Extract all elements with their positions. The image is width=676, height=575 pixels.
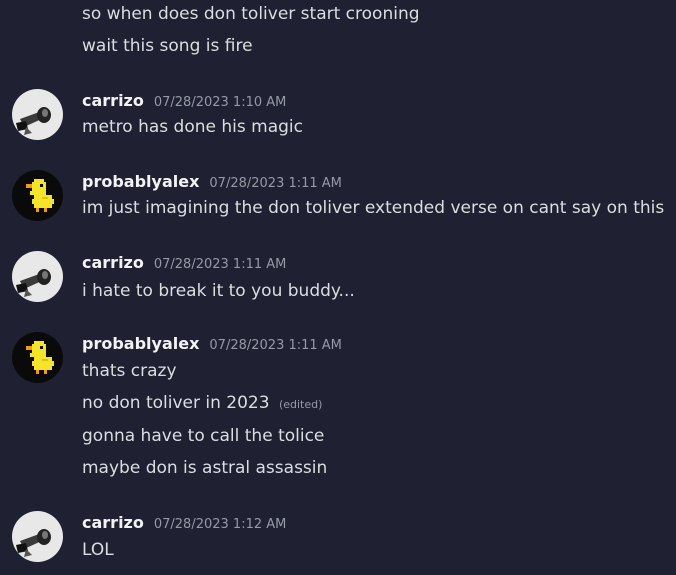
message-header: carrizo 07/28/2023 1:12 AM [82,513,286,532]
message-header: carrizo 07/28/2023 1:10 AM [82,91,286,110]
timestamp[interactable]: 07/28/2023 1:10 AM [154,95,287,110]
avatar-carrizo[interactable] [12,511,63,562]
message-line[interactable]: LOL [82,539,114,561]
avatar-carrizo[interactable] [12,89,63,140]
message-line[interactable]: maybe don is astral assassin [82,457,327,479]
timestamp[interactable]: 07/28/2023 1:12 AM [154,517,287,532]
message-line[interactable]: metro has done his magic [82,116,303,138]
avatar-probablyalex[interactable] [12,332,63,383]
message-line[interactable]: i hate to break it to you buddy... [82,280,355,302]
username[interactable]: probablyalex [82,172,199,191]
username[interactable]: probablyalex [82,334,199,353]
message-line[interactable]: gonna have to call the tolice [82,425,324,447]
message-line[interactable]: im just imagining the don toliver extend… [82,197,664,219]
timestamp[interactable]: 07/28/2023 1:11 AM [154,257,287,272]
username[interactable]: carrizo [82,513,144,532]
message-header: probablyalex 07/28/2023 1:11 AM [82,172,342,191]
duck-avatar-icon [12,170,63,221]
message-header: carrizo 07/28/2023 1:11 AM [82,253,286,272]
avatar-carrizo[interactable] [12,251,63,302]
edited-label: (edited) [278,398,323,411]
carrizo-avatar-icon [12,511,63,562]
duck-avatar-icon [12,332,63,383]
carrizo-avatar-icon [12,251,63,302]
timestamp[interactable]: 07/28/2023 1:11 AM [209,338,342,353]
message-text: no don toliver in 2023 [82,393,270,413]
avatar-probablyalex[interactable] [12,170,63,221]
message-line[interactable]: no don toliver in 2023 (edited) [82,392,322,416]
message-line[interactable]: thats crazy [82,360,177,382]
carrizo-avatar-icon [12,89,63,140]
chat-messages: so when does don toliver start crooning … [0,0,676,575]
message-line[interactable]: so when does don toliver start crooning [82,3,420,25]
username[interactable]: carrizo [82,91,144,110]
username[interactable]: carrizo [82,253,144,272]
message-line[interactable]: wait this song is fire [82,35,253,57]
timestamp[interactable]: 07/28/2023 1:11 AM [209,176,342,191]
message-header: probablyalex 07/28/2023 1:11 AM [82,334,342,353]
